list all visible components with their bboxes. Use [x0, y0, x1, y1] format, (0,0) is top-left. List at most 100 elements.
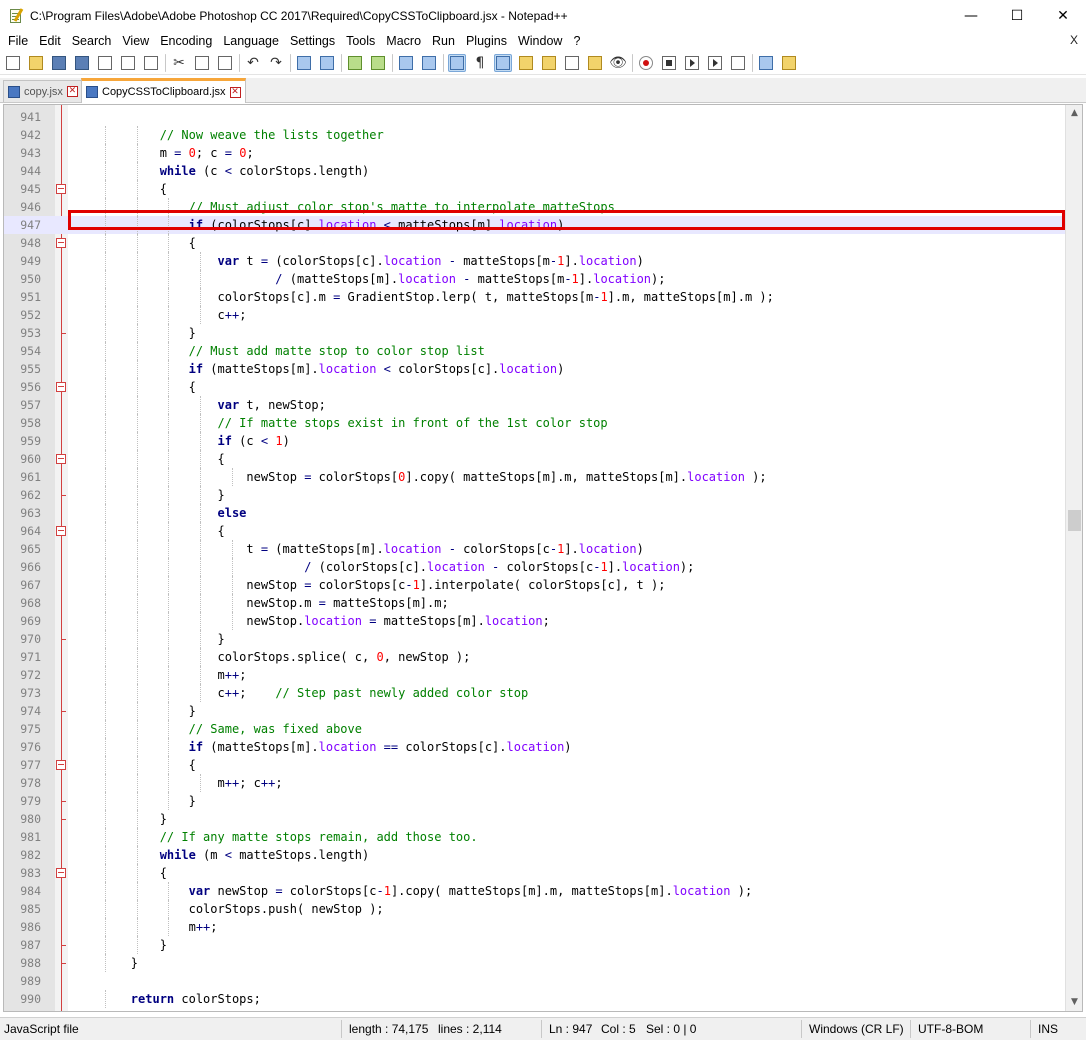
sync-vertical-icon[interactable] [397, 54, 415, 72]
redo-icon[interactable]: ↷ [267, 54, 285, 72]
code-line[interactable]: 975 // Same, was fixed above [4, 720, 1066, 738]
code-line[interactable]: 957 var t, newStop; [4, 396, 1066, 414]
menu-window[interactable]: Window [514, 34, 566, 48]
code-line[interactable]: 947 if (colorStops[c].location < matteSt… [4, 216, 1066, 234]
status-insert-mode[interactable]: INS [1038, 1022, 1058, 1036]
code-line[interactable]: 959 if (c < 1) [4, 432, 1066, 450]
run-macro-multiple-icon[interactable] [706, 54, 724, 72]
menu-settings[interactable]: Settings [286, 34, 339, 48]
code-line[interactable]: 977 { [4, 756, 1066, 774]
undo-icon[interactable]: ↶ [244, 54, 262, 72]
save-macro-icon[interactable] [729, 54, 747, 72]
scroll-up-icon[interactable]: ▲ [1066, 105, 1082, 122]
save-icon[interactable] [50, 54, 68, 72]
close-window-button[interactable]: ✕ [1040, 0, 1086, 31]
close-all-icon[interactable] [119, 54, 137, 72]
code-line[interactable]: 952 c++; [4, 306, 1066, 324]
print-icon[interactable] [142, 54, 160, 72]
code-line[interactable]: 990 return colorStops; [4, 990, 1066, 1008]
code-line[interactable]: 944 while (c < colorStops.length) [4, 162, 1066, 180]
code-line[interactable]: 962 } [4, 486, 1066, 504]
code-line[interactable]: 953 } [4, 324, 1066, 342]
menu-language[interactable]: Language [219, 34, 283, 48]
close-icon[interactable] [96, 54, 114, 72]
code-line[interactable]: 945 { [4, 180, 1066, 198]
menu-file[interactable]: File [4, 34, 32, 48]
code-line[interactable]: 972 m++; [4, 666, 1066, 684]
fold-toggle-icon[interactable] [56, 184, 66, 194]
folder-workspace-icon[interactable] [586, 54, 604, 72]
menu-encoding[interactable]: Encoding [156, 34, 216, 48]
code-line[interactable]: 951 colorStops[c].m = GradientStop.lerp(… [4, 288, 1066, 306]
code-line[interactable]: 955 if (matteStops[m].location < colorSt… [4, 360, 1066, 378]
vertical-scrollbar[interactable]: ▲ ▼ [1065, 105, 1082, 1011]
code-line[interactable]: 988 } [4, 954, 1066, 972]
menu-search[interactable]: Search [68, 34, 116, 48]
stop-record-icon[interactable] [660, 54, 678, 72]
code-line[interactable]: 979 } [4, 792, 1066, 810]
code-line[interactable]: 946 // Must adjust color stop's matte to… [4, 198, 1066, 216]
tab-close-icon[interactable]: ✕ [229, 86, 241, 98]
find-icon[interactable] [295, 54, 313, 72]
tab-close-icon[interactable]: ✕ [66, 86, 78, 97]
word-wrap-icon[interactable] [448, 53, 466, 72]
code-line[interactable]: 967 newStop = colorStops[c-1].interpolat… [4, 576, 1066, 594]
code-line[interactable]: 970 } [4, 630, 1066, 648]
maximize-button[interactable]: ☐ [994, 0, 1040, 31]
close-document-button[interactable]: X [1070, 33, 1078, 47]
new-file-icon[interactable] [4, 54, 22, 72]
scrollbar-thumb[interactable] [1068, 510, 1081, 531]
code-line[interactable]: 956 { [4, 378, 1066, 396]
code-line[interactable]: 986 m++; [4, 918, 1066, 936]
menu-view[interactable]: View [118, 34, 153, 48]
play-macro-icon[interactable] [683, 54, 701, 72]
code-line[interactable]: 968 newStop.m = matteStops[m].m; [4, 594, 1066, 612]
code-line[interactable]: 966 / (colorStops[c].location - colorSto… [4, 558, 1066, 576]
user-lang-icon[interactable] [517, 54, 535, 72]
sync-horizontal-icon[interactable] [420, 54, 438, 72]
indent-guide-icon[interactable] [494, 53, 512, 72]
code-line[interactable]: 981 // If any matte stops remain, add th… [4, 828, 1066, 846]
tab-copycsstoclipboard-jsx[interactable]: CopyCSSToClipboard.jsx ✕ [81, 78, 246, 103]
code-editor[interactable]: 941 942 // Now weave the lists together 94… [3, 104, 1083, 1012]
replace-icon[interactable] [318, 54, 336, 72]
code-line[interactable]: 987 } [4, 936, 1066, 954]
code-line[interactable]: 948 { [4, 234, 1066, 252]
show-all-chars-icon[interactable]: ¶ [471, 54, 489, 72]
code-line[interactable]: 965 t = (matteStops[m].location - colorS… [4, 540, 1066, 558]
code-line[interactable]: 983 { [4, 864, 1066, 882]
save-all-icon[interactable] [73, 54, 91, 72]
code-line[interactable]: 964 { [4, 522, 1066, 540]
open-file-icon[interactable] [27, 54, 45, 72]
code-line[interactable]: 960 { [4, 450, 1066, 468]
paste-icon[interactable] [216, 54, 234, 72]
record-macro-icon[interactable] [637, 54, 655, 72]
code-line[interactable]: 985 colorStops.push( newStop ); [4, 900, 1066, 918]
copy-icon[interactable] [193, 54, 211, 72]
code-line[interactable]: 942 // Now weave the lists together [4, 126, 1066, 144]
code-line[interactable]: 943 m = 0; c = 0; [4, 144, 1066, 162]
fold-toggle-icon[interactable] [56, 868, 66, 878]
code-line[interactable]: 971 colorStops.splice( c, 0, newStop ); [4, 648, 1066, 666]
fold-toggle-icon[interactable] [56, 238, 66, 248]
code-line[interactable]: 978 m++; c++; [4, 774, 1066, 792]
code-line[interactable]: 950 / (matteStops[m].location - matteSto… [4, 270, 1066, 288]
monitoring-icon[interactable]: 👁 [609, 54, 627, 72]
zoom-out-icon[interactable] [369, 54, 387, 72]
doc-map-icon[interactable] [540, 54, 558, 72]
menu-run[interactable]: Run [428, 34, 459, 48]
plugin-icon[interactable] [780, 54, 798, 72]
code-line[interactable]: 961 newStop = colorStops[0].copy( matteS… [4, 468, 1066, 486]
status-eol[interactable]: Windows (CR LF) [809, 1022, 904, 1036]
code-line[interactable]: 969 newStop.location = matteStops[m].loc… [4, 612, 1066, 630]
code-line[interactable]: 958 // If matte stops exist in front of … [4, 414, 1066, 432]
code-line[interactable]: 963 else [4, 504, 1066, 522]
zoom-in-icon[interactable] [346, 54, 364, 72]
spellcheck-icon[interactable] [757, 54, 775, 72]
code-line[interactable]: 949 var t = (colorStops[c].location - ma… [4, 252, 1066, 270]
fold-toggle-icon[interactable] [56, 760, 66, 770]
code-line[interactable]: 982 while (m < matteStops.length) [4, 846, 1066, 864]
minimize-button[interactable]: — [948, 0, 994, 31]
menu-edit[interactable]: Edit [35, 34, 65, 48]
code-line[interactable]: 941 [4, 108, 1066, 126]
